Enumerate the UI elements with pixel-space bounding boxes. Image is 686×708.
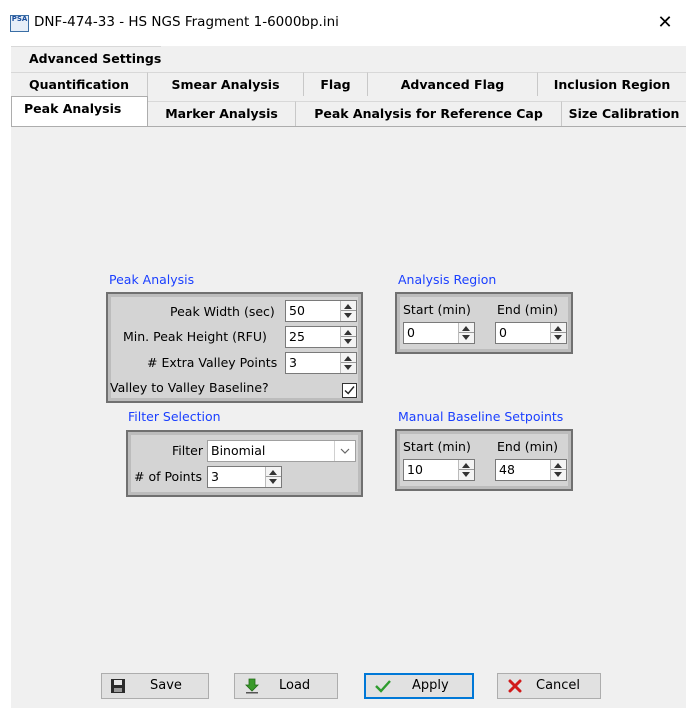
valley-baseline-label: Valley to Valley Baseline? — [110, 380, 269, 395]
spin-arrows-icon[interactable] — [458, 323, 474, 343]
apply-label: Apply — [412, 678, 449, 693]
extra-valley-points-label: # Extra Valley Points — [147, 355, 278, 370]
filter-label: Filter — [172, 443, 203, 458]
baseline-start-spinner[interactable]: 10 — [403, 459, 475, 481]
peak-width-label: Peak Width (sec) — [170, 304, 275, 319]
spin-arrows-icon[interactable] — [550, 460, 566, 480]
tab-quantification[interactable]: Quantification — [11, 72, 148, 96]
spin-arrows-icon[interactable] — [340, 327, 356, 347]
analysis-region-title: Analysis Region — [398, 272, 497, 287]
load-arrow-icon — [244, 678, 260, 698]
points-label: # of Points — [134, 469, 203, 484]
checkmark-icon — [344, 386, 355, 395]
save-button[interactable]: Save — [101, 673, 209, 699]
analysis-start-label: Start (min) — [403, 302, 471, 317]
baseline-start-value: 10 — [407, 462, 423, 477]
cancel-button[interactable]: Cancel — [497, 673, 601, 699]
min-peak-height-value: 25 — [289, 329, 305, 344]
save-label: Save — [150, 678, 182, 693]
tab-advanced-settings[interactable]: Advanced Settings — [11, 46, 161, 70]
analysis-end-label: End (min) — [497, 302, 559, 317]
points-value: 3 — [211, 469, 219, 484]
filter-select[interactable]: Binomial — [207, 440, 356, 462]
tab-advanced-flag[interactable]: Advanced Flag — [368, 72, 538, 96]
valley-baseline-checkbox[interactable] — [342, 383, 357, 398]
tab-size-calibration[interactable]: Size Calibration — [562, 101, 686, 126]
checkmark-icon — [374, 678, 392, 698]
analysis-start-spinner[interactable]: 0 — [403, 322, 475, 344]
cancel-x-icon — [507, 678, 523, 698]
spin-arrows-icon[interactable] — [340, 301, 356, 321]
min-peak-height-label: Min. Peak Height (RFU) — [123, 329, 267, 344]
tab-marker-analysis[interactable]: Marker Analysis — [148, 101, 296, 126]
analysis-start-value: 0 — [407, 325, 415, 340]
cancel-label: Cancel — [536, 678, 581, 693]
app-icon: PSA — [10, 15, 29, 32]
close-button[interactable]: ✕ — [650, 10, 680, 36]
min-peak-height-spinner[interactable]: 25 — [285, 326, 357, 348]
load-label: Load — [279, 678, 311, 693]
spin-arrows-icon[interactable] — [265, 467, 281, 487]
points-spinner[interactable]: 3 — [207, 466, 282, 488]
spin-arrows-icon[interactable] — [458, 460, 474, 480]
spin-arrows-icon[interactable] — [550, 323, 566, 343]
tab-peak-analysis-reference-cap[interactable]: Peak Analysis for Reference Cap — [296, 101, 562, 126]
tab-peak-analysis[interactable]: Peak Analysis — [11, 96, 148, 126]
apply-button[interactable]: Apply — [364, 673, 474, 699]
manual-baseline-title: Manual Baseline Setpoints — [398, 409, 564, 424]
tab-flag[interactable]: Flag — [304, 72, 368, 96]
peak-width-spinner[interactable]: 50 — [285, 300, 357, 322]
peak-width-value: 50 — [289, 303, 305, 318]
filter-selection-title: Filter Selection — [128, 409, 221, 424]
floppy-disk-icon — [110, 678, 126, 698]
peak-analysis-title: Peak Analysis — [109, 272, 195, 287]
tab-inclusion-region[interactable]: Inclusion Region — [538, 72, 686, 96]
analysis-end-spinner[interactable]: 0 — [495, 322, 567, 344]
filter-select-value: Binomial — [211, 443, 266, 458]
load-button[interactable]: Load — [234, 673, 338, 699]
spin-arrows-icon[interactable] — [340, 353, 356, 373]
extra-valley-points-spinner[interactable]: 3 — [285, 352, 357, 374]
window-title: DNF-474-33 - HS NGS Fragment 1-6000bp.in… — [34, 14, 339, 30]
extra-valley-points-value: 3 — [289, 355, 297, 370]
baseline-end-spinner[interactable]: 48 — [495, 459, 567, 481]
baseline-end-value: 48 — [499, 462, 515, 477]
chevron-down-icon[interactable] — [334, 441, 355, 461]
analysis-end-value: 0 — [499, 325, 507, 340]
baseline-end-label: End (min) — [497, 439, 559, 454]
baseline-start-label: Start (min) — [403, 439, 471, 454]
tab-smear-analysis[interactable]: Smear Analysis — [148, 72, 304, 96]
